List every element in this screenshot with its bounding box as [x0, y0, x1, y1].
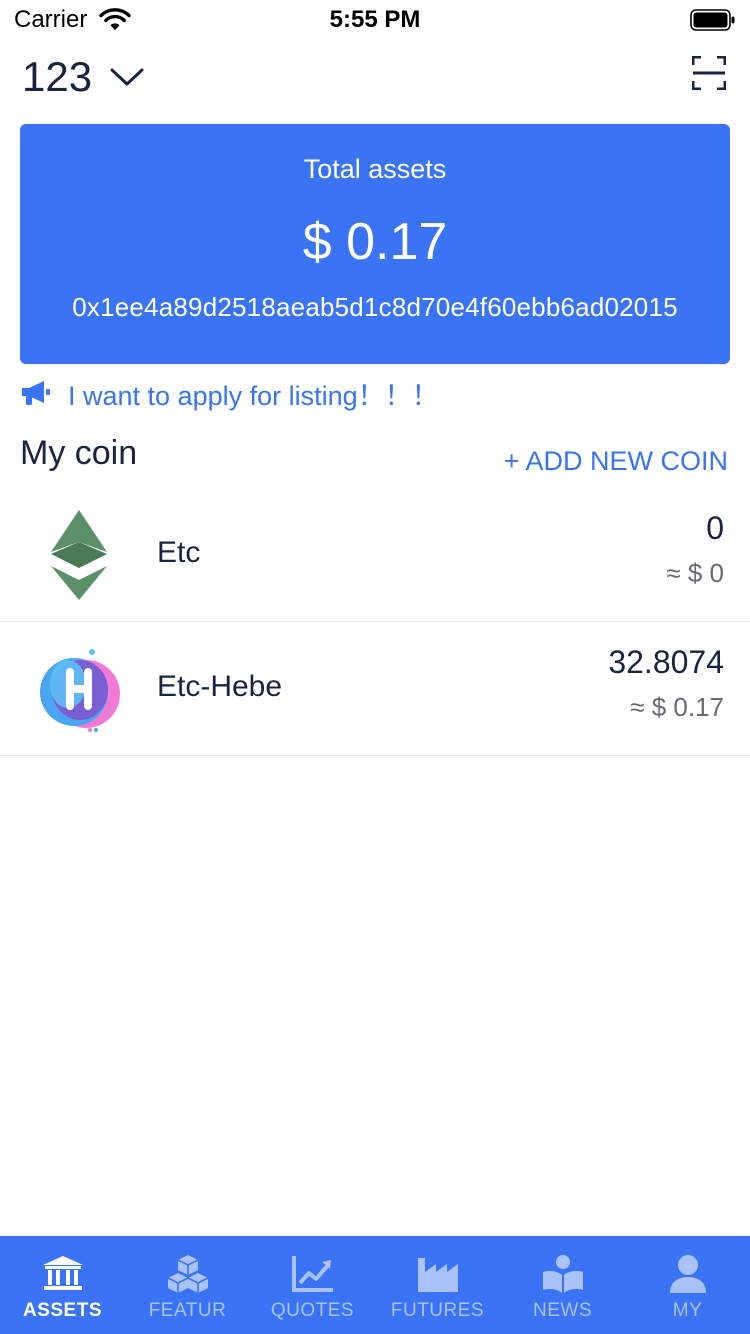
coin-amount: 32.8074 [608, 644, 724, 680]
etc-logo-icon [51, 510, 107, 600]
total-assets-card[interactable]: Total assets $ 0.17 0x1ee4a89d2518aeab5d… [20, 124, 730, 364]
tab-label: ASSETS [22, 1300, 103, 1321]
add-new-coin-button[interactable]: + ADD NEW COIN [504, 446, 728, 477]
coin-name: Etc [157, 536, 201, 569]
my-coin-title: My coin [20, 434, 138, 472]
factory-icon [417, 1258, 458, 1292]
megaphone-icon [22, 381, 50, 405]
tab-assets[interactable]: ASSETS [0, 1236, 125, 1334]
reader-icon [542, 1255, 583, 1293]
coin-fiat-value: ≈ $ 0.17 [630, 692, 724, 722]
total-assets-value: $ 0.17 [302, 213, 448, 271]
status-bar: Carrier 5:55 PM [0, 0, 750, 40]
cubes-icon [167, 1255, 208, 1293]
tab-label: MY [672, 1300, 703, 1321]
hebe-logo-icon [40, 649, 120, 732]
notice-text: I want to apply for listing！！！ [68, 380, 439, 411]
chart-icon [291, 1256, 333, 1292]
wallet-address[interactable]: 0x1ee4a89d2518aeab5d1c8d70e4f60ebb6ad020… [20, 292, 730, 323]
coin-name: Etc-Hebe [157, 670, 283, 703]
coin-row-etc-hebe[interactable]: Etc-Hebe 32.8074 ≈ $ 0.17 [0, 622, 750, 756]
tab-futures[interactable]: FUTURES [375, 1236, 500, 1334]
coin-row-etc[interactable]: Etc 0 ≈ $ 0 [0, 488, 750, 622]
scan-icon[interactable] [692, 56, 726, 90]
listing-notice[interactable]: I want to apply for listing！！！ [20, 376, 439, 411]
user-icon [669, 1255, 706, 1293]
tab-label: FUTURES [390, 1300, 485, 1321]
total-assets-label: Total assets [303, 154, 447, 184]
tab-my[interactable]: MY [625, 1236, 750, 1334]
tab-featur[interactable]: FEATUR [125, 1236, 250, 1334]
chevron-down-icon [110, 68, 144, 86]
wallet-name: 123 [22, 53, 93, 100]
tab-news[interactable]: NEWS [500, 1236, 625, 1334]
clock: 5:55 PM [329, 6, 421, 33]
coin-amount: 0 [706, 510, 724, 546]
tab-label: FEATUR [148, 1300, 227, 1321]
tab-quotes[interactable]: QUOTES [250, 1236, 375, 1334]
battery-icon [690, 9, 735, 31]
coin-fiat-value: ≈ $ 0 [666, 558, 724, 588]
tab-label: NEWS [533, 1300, 592, 1321]
bottom-tab-bar: ASSETS FEATUR QUOTES FUTURES NEWS MY [0, 1236, 750, 1334]
bank-icon [42, 1256, 83, 1290]
tab-label: QUOTES [270, 1300, 355, 1321]
wallet-switcher[interactable]: 123 [22, 52, 144, 102]
